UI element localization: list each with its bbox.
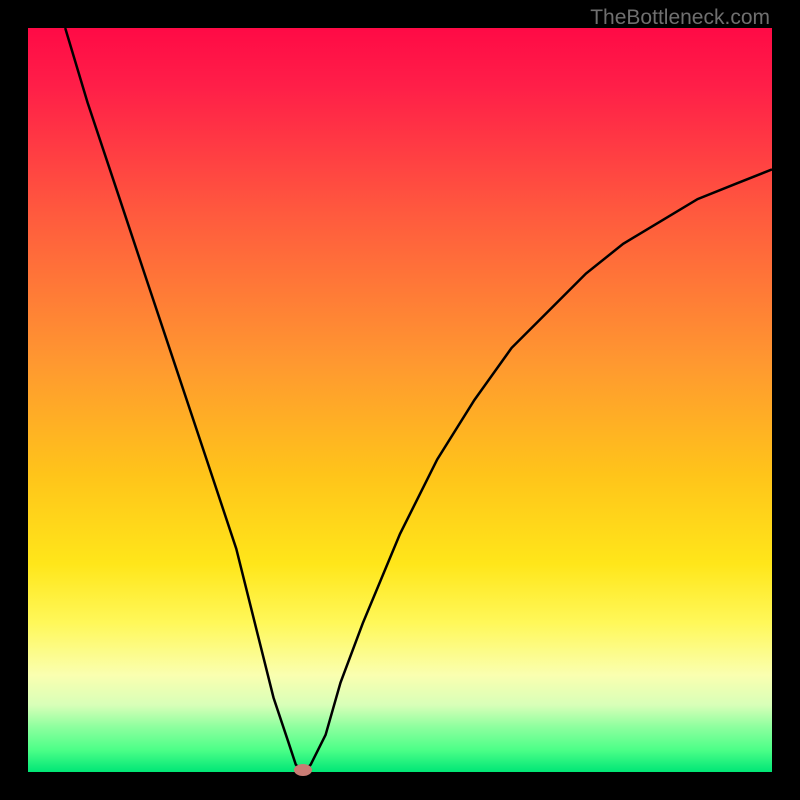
optimum-marker — [294, 764, 312, 776]
watermark-text: TheBottleneck.com — [590, 6, 770, 30]
bottleneck-curve — [28, 28, 772, 772]
chart-container — [28, 28, 772, 772]
